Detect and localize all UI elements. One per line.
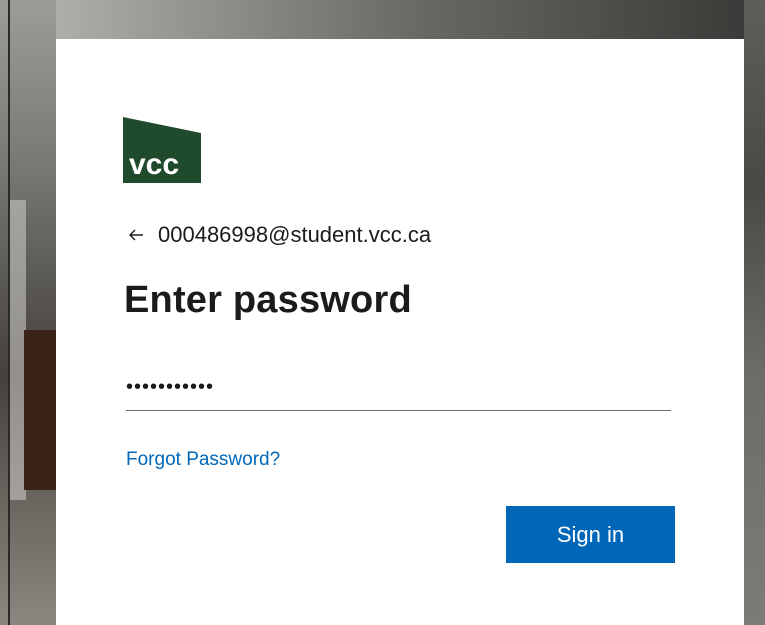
window-edge xyxy=(8,0,10,625)
background-ceiling xyxy=(0,0,765,40)
logo-text: vcc xyxy=(129,148,179,181)
forgot-password-link[interactable]: Forgot Password? xyxy=(126,449,280,471)
sign-in-button[interactable]: Sign in xyxy=(506,506,675,563)
password-field xyxy=(126,364,671,411)
sign-in-card: vcc 000486998@student.vcc.ca Enter passw… xyxy=(56,39,744,625)
vcc-logo: vcc xyxy=(123,117,201,183)
page-title: Enter password xyxy=(124,279,412,321)
identity-email: 000486998@student.vcc.ca xyxy=(158,222,432,247)
password-input[interactable] xyxy=(126,364,671,410)
vcc-logo-shape: vcc xyxy=(123,117,201,183)
identity-back-button[interactable]: 000486998@student.vcc.ca xyxy=(128,220,431,250)
background-left-door xyxy=(24,330,56,490)
arrow-left-icon xyxy=(128,227,144,243)
background-right-wall xyxy=(744,0,765,625)
